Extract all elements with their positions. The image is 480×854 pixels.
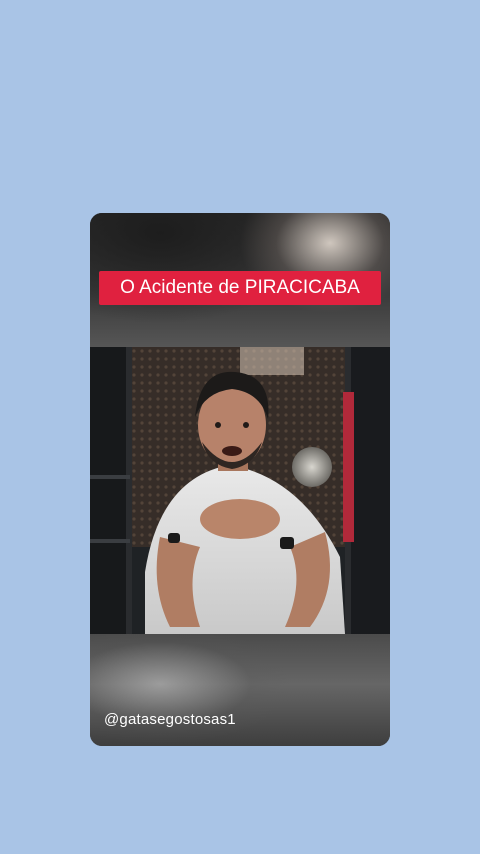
video-scene-illustration — [90, 347, 390, 634]
video-card[interactable]: O Acidente de PIRACICABA @gatasegostosas… — [90, 213, 390, 746]
video-username[interactable]: @gatasegostosas1 — [104, 711, 236, 728]
bottom-blur-band — [90, 634, 390, 746]
video-frame[interactable] — [90, 347, 390, 634]
video-title-caption: O Acidente de PIRACICABA — [99, 271, 381, 305]
